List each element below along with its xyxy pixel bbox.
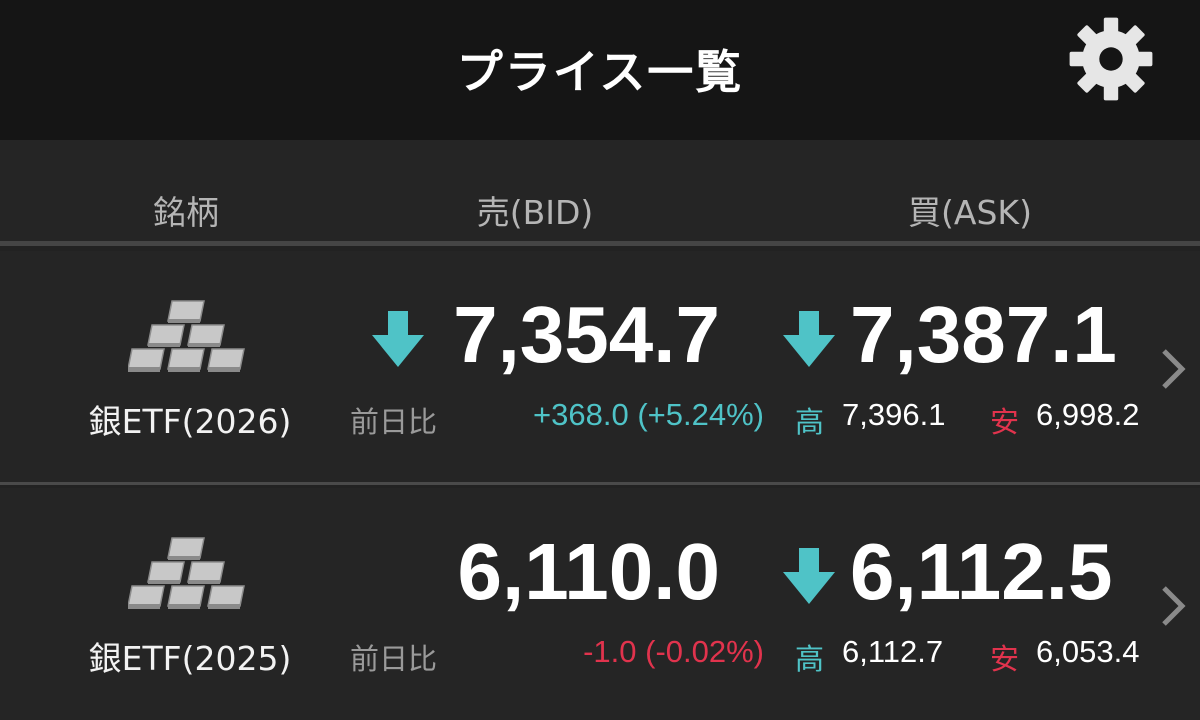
high-label: 高 [795,642,825,676]
down-arrow-icon [783,311,835,367]
column-name-header: 銘柄 [153,193,219,232]
instrument-name: 銀ETF(2025) [88,639,292,678]
silver-bars-icon [128,300,245,372]
page-title: プライス一覧 [456,45,744,99]
low-label: 安 [990,405,1020,439]
high-label: 高 [795,405,825,439]
low-label: 安 [990,642,1020,676]
down-arrow-icon [783,548,835,604]
bid-price: 6,110.0 [457,527,721,616]
high-value: 7,396.1 [842,397,946,432]
price-row[interactable]: 銀ETF(2025) 6,110.0 6,112.5 前日比 -1.0 (-0.… [0,488,1200,720]
ask-price: 6,112.5 [850,527,1113,616]
chevron-right-icon[interactable] [1158,584,1188,628]
chevron-right-icon[interactable] [1158,347,1188,391]
gear-icon[interactable] [1066,14,1156,104]
low-value: 6,998.2 [1036,397,1140,432]
prev-day-label: 前日比 [350,642,438,676]
prev-day-label: 前日比 [350,405,438,439]
app-header: プライス一覧 [0,0,1200,140]
column-bid-header: 売(BID) [476,193,594,232]
silver-bars-icon [128,537,245,609]
price-change: -1.0 (-0.02%) [583,634,764,669]
high-value: 6,112.7 [842,634,944,669]
column-ask-header: 買(ASK) [908,193,1032,232]
price-change: +368.0 (+5.24%) [533,397,764,432]
instrument-name: 銀ETF(2026) [88,402,292,441]
down-arrow-icon [372,311,424,367]
bid-price: 7,354.7 [453,290,720,379]
column-header: 銘柄 売(BID) 買(ASK) [0,140,1200,246]
price-row[interactable]: 銀ETF(2026) 7,354.7 7,387.1 前日比 +368.0 (+… [0,251,1200,485]
ask-price: 7,387.1 [850,290,1117,379]
low-value: 6,053.4 [1036,634,1140,669]
